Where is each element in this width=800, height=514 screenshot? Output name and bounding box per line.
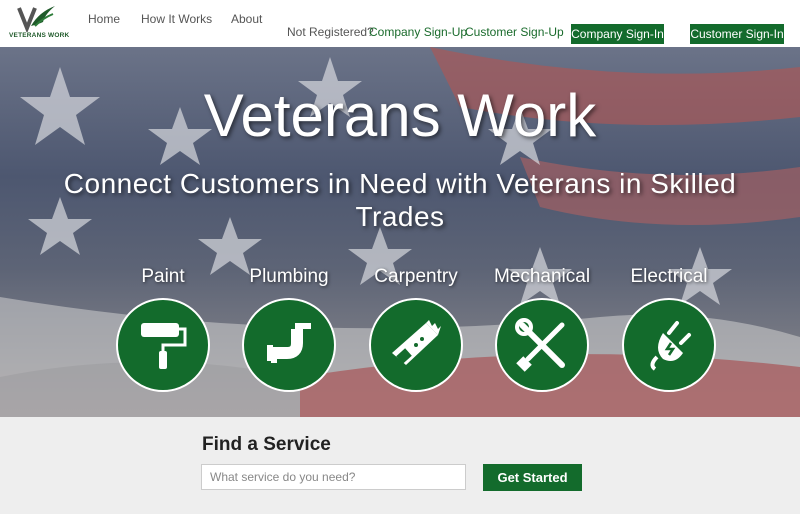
service-plumbing-label: Plumbing — [249, 266, 329, 287]
nav-how-it-works-link[interactable]: How It Works — [141, 12, 212, 26]
tools-icon — [515, 318, 565, 372]
not-registered-text: Not Registered? — [287, 25, 374, 39]
company-signup-link[interactable]: Company Sign-Up — [369, 25, 467, 39]
service-paint[interactable]: Paint — [113, 266, 213, 392]
nav-about-link[interactable]: About — [231, 12, 262, 26]
service-carpentry[interactable]: Carpentry — [366, 266, 466, 392]
service-plumbing-circle[interactable] — [242, 298, 336, 392]
hero-subtitle: Connect Customers in Need with Veterans … — [63, 168, 737, 232]
nav-home-link[interactable]: Home — [88, 12, 120, 26]
service-paint-label: Paint — [141, 266, 185, 287]
service-electrical-label: Electrical — [630, 266, 708, 287]
company-signin-button[interactable]: Company Sign-In — [571, 24, 664, 44]
customer-signin-button[interactable]: Customer Sign-In — [690, 24, 784, 44]
service-search-input[interactable] — [201, 464, 466, 490]
service-plumbing[interactable]: Plumbing — [239, 266, 339, 392]
top-nav: VETERANS WORK Home How It Works About No… — [0, 0, 800, 47]
service-electrical[interactable]: Electrical — [619, 266, 719, 392]
hero-title: Veterans Work — [203, 82, 597, 149]
service-electrical-circle[interactable] — [622, 298, 716, 392]
logo-text: VETERANS WORK — [9, 32, 70, 39]
saw-icon — [392, 320, 441, 365]
service-carpentry-label: Carpentry — [374, 266, 458, 287]
service-mechanical[interactable]: Mechanical — [492, 266, 592, 392]
service-mechanical-circle[interactable] — [495, 298, 589, 392]
pipe-icon — [267, 323, 311, 363]
service-carpentry-circle[interactable] — [369, 298, 463, 392]
service-mechanical-label: Mechanical — [493, 266, 591, 287]
customer-signup-link[interactable]: Customer Sign-Up — [465, 25, 564, 39]
service-paint-circle[interactable] — [116, 298, 210, 392]
veterans-work-logo[interactable]: VETERANS WORK — [9, 4, 69, 42]
find-service-section: Find a Service Get Started — [0, 417, 800, 514]
paint-roller-icon — [141, 323, 187, 369]
get-started-button[interactable]: Get Started — [483, 464, 582, 491]
hero-banner: Veterans Work Connect Customers in Need … — [0, 47, 800, 417]
plug-icon — [650, 321, 691, 371]
logo-icon — [17, 6, 55, 32]
find-service-title: Find a Service — [202, 434, 331, 455]
